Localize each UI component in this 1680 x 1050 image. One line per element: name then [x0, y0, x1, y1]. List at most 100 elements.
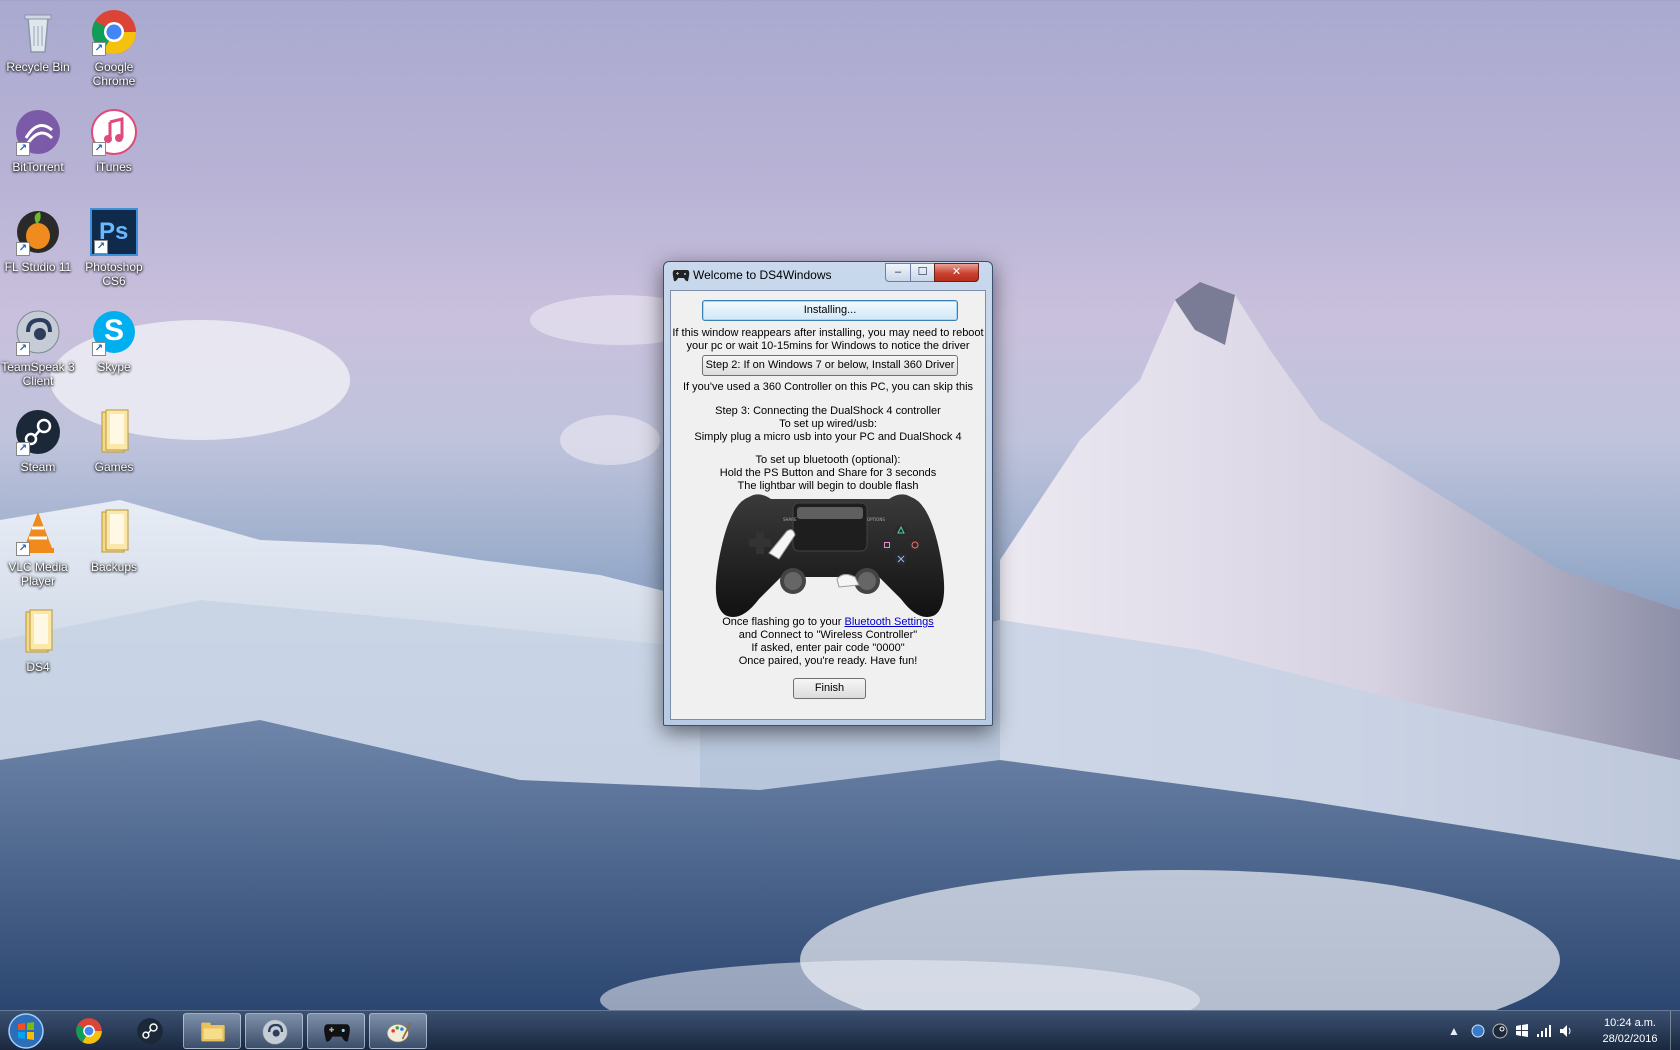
dialog-client-area: Installing... If this window reappears a… [670, 290, 986, 720]
desktop: Recycle Bin ↗ Google Chrome ↗ BitTorrent… [0, 0, 1680, 1010]
desktop-icon-ds4[interactable]: DS4 [0, 608, 76, 674]
taskbar-teamspeak[interactable] [245, 1013, 303, 1049]
finish-button[interactable]: Finish [793, 678, 866, 699]
shortcut-arrow-icon: ↗ [92, 42, 106, 56]
minimize-icon: – [894, 266, 902, 278]
install-360-driver-button[interactable]: Step 2: If on Windows 7 or below, Instal… [702, 355, 958, 376]
desktop-icon-teamspeak[interactable]: ↗ TeamSpeak 3 Client [0, 308, 76, 388]
desktop-icon-label: TeamSpeak 3 Client [1, 360, 75, 388]
shortcut-arrow-icon: ↗ [92, 342, 106, 356]
desktop-icon-label: Games [94, 460, 134, 474]
taskbar-ds4windows[interactable] [307, 1013, 365, 1049]
chrome-icon: ↗ [90, 8, 138, 56]
vlc-icon: ↗ [14, 508, 62, 556]
show-desktop-button[interactable] [1670, 1011, 1680, 1050]
skype-icon: S ↗ [90, 308, 138, 356]
installing-button[interactable]: Installing... [702, 300, 958, 321]
wired-heading: To set up wired/usb: [779, 418, 877, 430]
desktop-icon-label: BitTorrent [12, 160, 64, 174]
step3-heading: Step 3: Connecting the DualShock 4 contr… [715, 405, 941, 417]
fl-studio-icon: ↗ [14, 208, 62, 256]
clock-time[interactable]: 10:24 a.m. [1594, 1017, 1666, 1029]
bittorrent-icon: ↗ [14, 108, 62, 156]
clock-date[interactable]: 28/02/2016 [1594, 1033, 1666, 1045]
paint-icon [387, 1022, 412, 1043]
taskbar-paint[interactable] [369, 1013, 427, 1049]
taskbar-chrome[interactable] [60, 1013, 118, 1049]
dialog-titlebar[interactable]: Welcome to DS4Windows – ☐ ✕ [664, 262, 992, 288]
desktop-icon-photoshop[interactable]: Ps ↗ Photoshop CS6 [76, 208, 152, 288]
shortcut-arrow-icon: ↗ [16, 242, 30, 256]
steam-tray-icon[interactable] [1492, 1023, 1508, 1039]
maximize-button[interactable]: ☐ [910, 263, 935, 282]
desktop-icon-games[interactable]: Games [76, 408, 152, 474]
desktop-icon-steam[interactable]: ↗ Steam [0, 408, 76, 474]
windows-orb-icon [8, 1013, 44, 1049]
desktop-icon-recycle-bin[interactable]: Recycle Bin [0, 8, 76, 74]
desktop-icon-label: Recycle Bin [6, 60, 70, 74]
teamspeak-icon: ↗ [14, 308, 62, 356]
bluetooth-settings-link[interactable]: Bluetooth Settings [845, 616, 934, 628]
flash-prefix-text: Once flashing go to your [722, 616, 845, 628]
skype-glyph: S [104, 314, 125, 347]
folder-icon [90, 408, 138, 456]
desktop-icon-label: Steam [20, 460, 56, 474]
taskbar: ▲ 10:24 a.m. 28/02/2016 [0, 1010, 1680, 1050]
steam-icon [137, 1018, 163, 1044]
gamepad-icon [324, 1024, 350, 1042]
skip-note: If you've used a 360 Controller on this … [682, 381, 974, 393]
close-icon: ✕ [951, 266, 962, 278]
signal-strength-icon[interactable] [1536, 1023, 1552, 1039]
taskbar-file-explorer[interactable] [183, 1013, 241, 1049]
shortcut-arrow-icon: ↗ [92, 142, 106, 156]
desktop-icon-itunes[interactable]: ↗ iTunes [76, 108, 152, 174]
itunes-icon: ↗ [90, 108, 138, 156]
desktop-icon-fl-studio[interactable]: ↗ FL Studio 11 [0, 208, 76, 274]
dualshock4-illustration: SHARE OPTIONS [715, 494, 945, 617]
network-globe-icon[interactable] [1470, 1023, 1486, 1039]
shortcut-arrow-icon: ↗ [16, 342, 30, 356]
share-label: SHARE [783, 517, 797, 522]
volume-icon[interactable] [1558, 1023, 1574, 1039]
desktop-icon-skype[interactable]: S ↗ Skype [76, 308, 152, 374]
windows-tray-icon[interactable] [1514, 1023, 1530, 1039]
desktop-icon-backups[interactable]: Backups [76, 508, 152, 574]
wired-instructions: Simply plug a micro usb into your PC and… [694, 431, 962, 443]
shortcut-arrow-icon: ↗ [94, 240, 108, 254]
desktop-icon-google-chrome[interactable]: ↗ Google Chrome [76, 8, 152, 88]
reboot-note-line-1: If this window reappears after installin… [672, 327, 984, 339]
close-button[interactable]: ✕ [934, 263, 979, 282]
ready-line: Once paired, you're ready. Have fun! [738, 655, 918, 667]
desktop-icon-label: VLC Media Player [8, 560, 68, 588]
shortcut-arrow-icon: ↗ [16, 542, 30, 556]
folder-icon [201, 1022, 225, 1042]
folder-icon [14, 608, 62, 656]
photoshop-icon: Ps ↗ [90, 208, 138, 256]
desktop-icon-label: Skype [97, 360, 131, 374]
options-label: OPTIONS [867, 517, 885, 522]
teamspeak-icon [262, 1019, 288, 1045]
recycle-bin-icon [14, 8, 62, 56]
desktop-icon-label: DS4 [26, 660, 50, 674]
desktop-icon-vlc[interactable]: ↗ VLC Media Player [0, 508, 76, 588]
shortcut-arrow-icon: ↗ [16, 142, 30, 156]
show-hidden-icons-button[interactable]: ▲ [1446, 1023, 1462, 1039]
reboot-note-line-2: your pc or wait 10-15mins for Windows to… [686, 340, 970, 352]
maximize-icon: ☐ [917, 266, 928, 278]
desktop-icon-label: Backups [90, 560, 138, 574]
bluetooth-instructions: Hold the PS Button and Share for 3 secon… [719, 467, 937, 479]
system-tray: ▲ 10:24 a.m. 28/02/2016 [1440, 1011, 1680, 1050]
folder-icon [90, 508, 138, 556]
taskbar-steam[interactable] [121, 1013, 179, 1049]
steam-icon: ↗ [14, 408, 62, 456]
bluetooth-heading: To set up bluetooth (optional): [755, 454, 901, 466]
start-button[interactable] [4, 1012, 48, 1050]
connect-line: and Connect to "Wireless Controller" [738, 629, 918, 641]
pair-code-line: If asked, enter pair code "0000" [751, 642, 905, 654]
shortcut-arrow-icon: ↗ [16, 442, 30, 456]
desktop-icon-bittorrent[interactable]: ↗ BitTorrent [0, 108, 76, 174]
desktop-icon-label: iTunes [96, 160, 132, 174]
minimize-button[interactable]: – [885, 263, 911, 282]
desktop-icon-label: Photoshop CS6 [85, 260, 143, 288]
gamepad-icon [672, 270, 690, 282]
